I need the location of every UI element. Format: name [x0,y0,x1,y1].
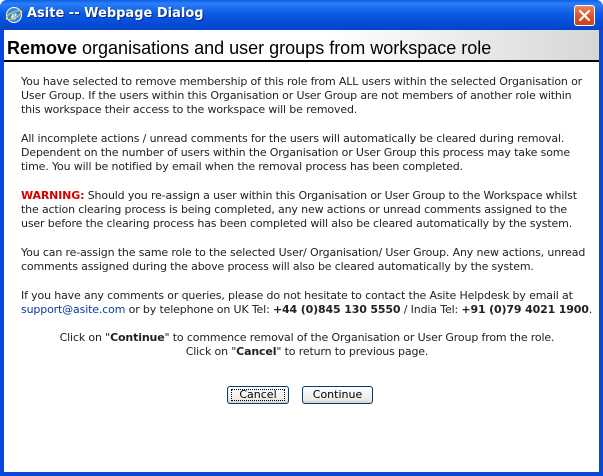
svg-text:e: e [11,8,17,23]
paragraph-reassign: You can re-assign the same role to the s… [21,246,586,273]
continue-button-label: Continue [312,388,363,401]
continue-button[interactable]: Continue [302,386,373,404]
uk-phone: +44 (0)845 130 5550 [272,303,401,316]
instruction-continue-pre: Click on " [59,331,111,344]
instruction-cancel: Click on "Cancel" to return to previous … [21,345,593,359]
page-title: Remove organisations and user groups fro… [7,38,491,59]
dialog-body: Remove organisations and user groups fro… [4,30,599,472]
page-title-rest: organisations and user groups from works… [77,38,492,58]
contact-intro: If you have any comments or queries, ple… [21,289,573,302]
instruction-continue-keyword: Continue [110,331,165,344]
ie-icon: e [5,6,23,24]
paragraph-membership: You have selected to remove membership o… [21,75,583,116]
instructions: Click on "Continue" to commence removal … [21,331,593,359]
content-area: You have selected to remove membership o… [21,75,593,359]
window-title: Asite -- Webpage Dialog [27,6,204,21]
instruction-cancel-pre: Click on " [185,345,237,358]
title-bar[interactable]: e Asite -- Webpage Dialog [0,0,603,30]
instruction-cancel-post: " to return to previous page. [276,345,429,358]
instruction-continue: Click on "Continue" to commence removal … [21,331,593,345]
support-email-link[interactable]: support@asite.com [21,303,125,316]
contact-mid: or by telephone on UK Tel: [125,303,273,316]
page-title-bold: Remove [7,38,78,58]
close-icon [575,9,594,29]
paragraph-contact: If you have any comments or queries, ple… [21,289,593,317]
dialog-window: e Asite -- Webpage Dialog Remove organis… [0,0,603,476]
paragraph-warning: WARNING: Should you re-assign a user wit… [21,189,593,231]
warning-text: Should you re-assign a user within this … [21,189,577,230]
contact-sep: / India Tel: [400,303,462,316]
focus-ring [231,389,285,401]
instruction-cancel-keyword: Cancel [236,345,277,358]
instruction-continue-post: " to commence removal of the Organisatio… [164,331,555,344]
india-phone: +91 (0)79 4021 1900 [461,303,589,316]
close-button[interactable] [574,5,595,26]
warning-label: WARNING: [21,189,85,202]
contact-end: . [588,303,593,316]
cancel-button[interactable]: Cancel [227,386,289,404]
paragraph-clearing: All incomplete actions / unread comments… [21,132,570,173]
header-bar: Remove organisations and user groups fro… [4,30,599,62]
